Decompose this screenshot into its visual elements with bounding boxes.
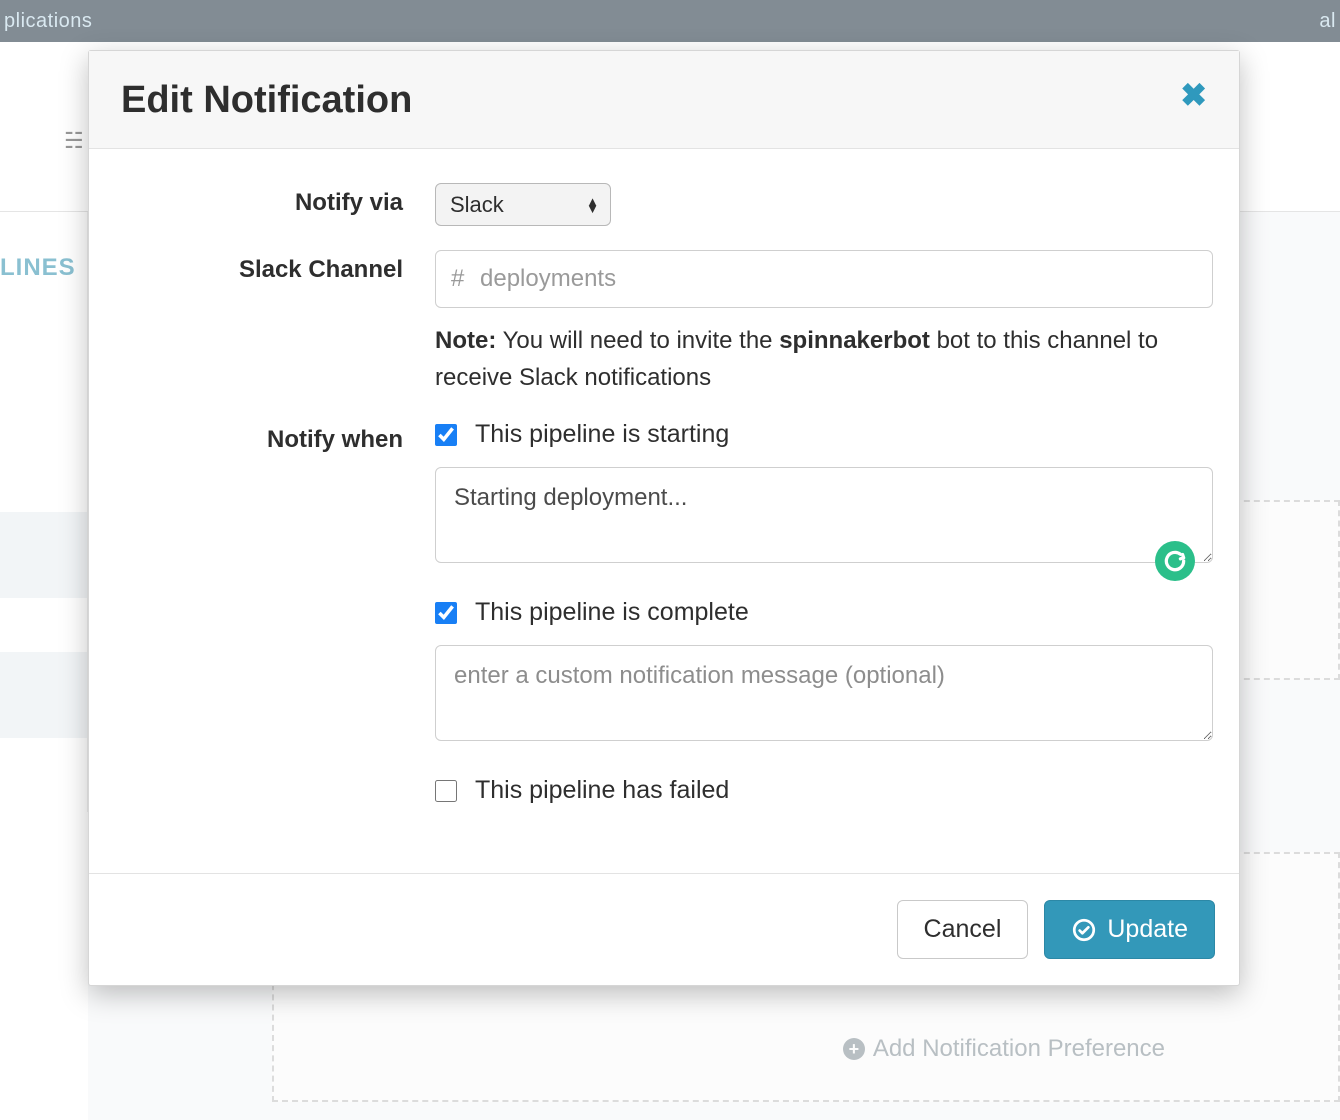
cancel-button-label: Cancel xyxy=(924,915,1002,944)
notify-when-row: Notify when This pipeline is starting Th… xyxy=(115,420,1213,805)
slack-channel-input[interactable] xyxy=(435,250,1213,308)
condition-starting-label: This pipeline is starting xyxy=(475,420,729,449)
condition-complete: This pipeline is complete xyxy=(435,598,1213,627)
notify-via-row: Notify via Slack ▲▼ xyxy=(115,183,1213,226)
slack-channel-row: Slack Channel # Note: You will need to i… xyxy=(115,250,1213,396)
condition-failed-checkbox[interactable] xyxy=(435,780,457,802)
edit-notification-modal: Edit Notification ✖ Notify via Slack ▲▼ … xyxy=(88,50,1240,986)
notify-when-label: Notify when xyxy=(115,420,435,454)
check-circle-icon xyxy=(1071,917,1097,943)
update-button[interactable]: Update xyxy=(1044,900,1215,959)
notify-via-select[interactable]: Slack xyxy=(435,183,611,226)
condition-starting-message[interactable] xyxy=(435,467,1213,563)
condition-complete-label: This pipeline is complete xyxy=(475,598,749,627)
cancel-button[interactable]: Cancel xyxy=(897,900,1029,959)
update-button-label: Update xyxy=(1107,915,1188,944)
notify-via-label: Notify via xyxy=(115,183,435,217)
condition-complete-checkbox[interactable] xyxy=(435,602,457,624)
modal-title: Edit Notification xyxy=(121,79,412,122)
slack-channel-note: Note: You will need to invite the spinna… xyxy=(435,322,1213,396)
condition-starting: This pipeline is starting xyxy=(435,420,1213,449)
close-icon[interactable]: ✖ xyxy=(1180,79,1207,111)
condition-starting-checkbox[interactable] xyxy=(435,424,457,446)
modal-header: Edit Notification ✖ xyxy=(89,51,1239,149)
grammarly-icon xyxy=(1155,541,1195,581)
modal-footer: Cancel Update xyxy=(89,873,1239,985)
condition-failed: This pipeline has failed xyxy=(435,776,1213,805)
condition-complete-message[interactable] xyxy=(435,645,1213,741)
slack-channel-label: Slack Channel xyxy=(115,250,435,284)
modal-body: Notify via Slack ▲▼ Slack Channel # N xyxy=(89,149,1239,873)
condition-failed-label: This pipeline has failed xyxy=(475,776,729,805)
